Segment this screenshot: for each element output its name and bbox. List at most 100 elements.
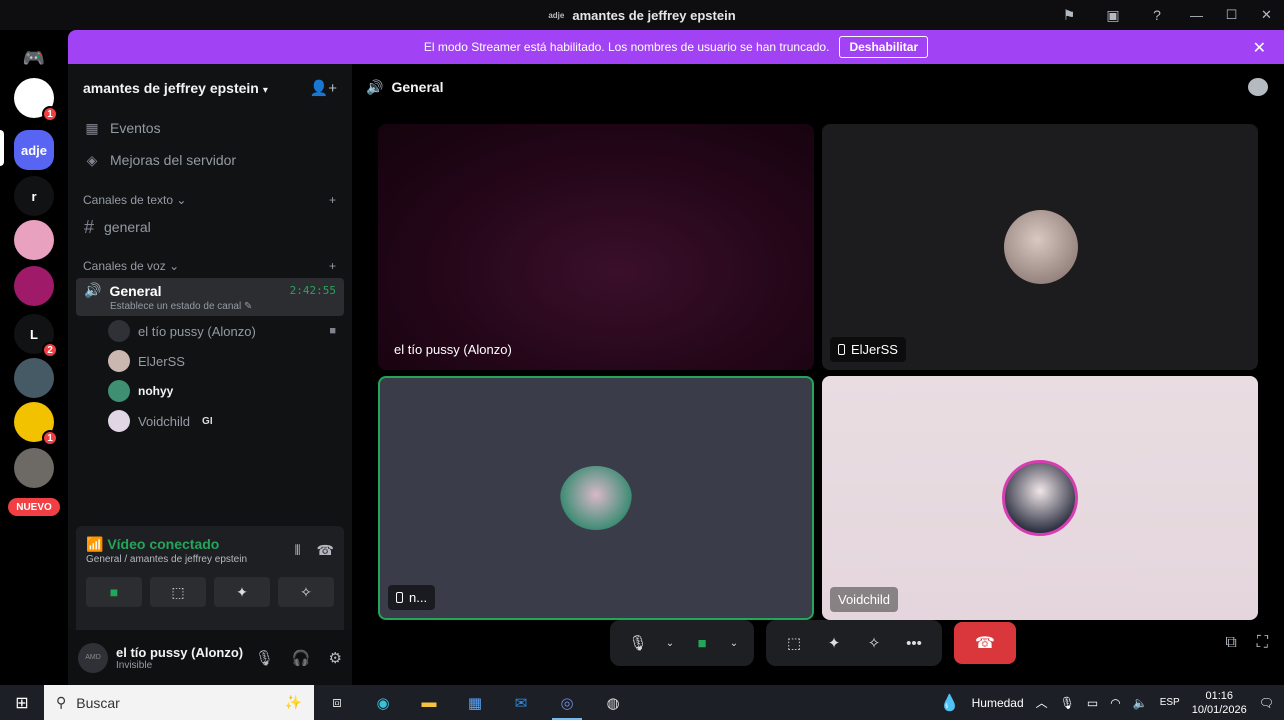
- volume-icon[interactable]: 🔈: [1133, 696, 1148, 710]
- video-tile-nohyy[interactable]: n...: [378, 376, 814, 620]
- server-icon[interactable]: 1: [14, 402, 58, 446]
- pencil-icon: ✎: [244, 301, 253, 312]
- clock[interactable]: 01:16 10/01/2026: [1192, 689, 1247, 717]
- activities-button[interactable]: ✦: [816, 625, 852, 661]
- voice-user-item[interactable]: ElJerSS: [68, 346, 352, 376]
- windows-start-icon[interactable]: ⊞: [0, 685, 44, 720]
- camera-toggle-button[interactable]: ■: [86, 577, 142, 607]
- voice-status-title[interactable]: 📶 Vídeo conectado: [86, 536, 247, 553]
- microphone-button[interactable]: 🎙: [620, 625, 656, 661]
- chat-bubble-icon[interactable]: [1248, 78, 1268, 96]
- help-icon[interactable]: ?: [1135, 0, 1179, 30]
- invite-people-icon[interactable]: 👤+: [310, 79, 337, 97]
- store-icon[interactable]: ▦: [452, 685, 498, 720]
- channel-status-input[interactable]: Establece un estado de canal ✎: [110, 301, 336, 312]
- voice-user-item[interactable]: el tío pussy (Alonzo) ■: [68, 316, 352, 346]
- inbox-flag-icon[interactable]: ⚑: [1047, 0, 1091, 30]
- chevron-down-icon: ▾: [262, 85, 268, 96]
- video-stage: 🔊 General el tío pussy (Alonzo) ElJerSS …: [352, 64, 1284, 685]
- disable-streamer-button[interactable]: Deshabilitar: [839, 36, 929, 58]
- noise-suppression-icon[interactable]: ⫴: [295, 542, 301, 559]
- voice-user-name: Voidchild: [138, 413, 191, 429]
- activities-button[interactable]: ✦: [214, 577, 270, 607]
- add-voice-channel-icon[interactable]: +: [329, 259, 336, 273]
- signal-icon: 📶: [86, 536, 104, 552]
- obs-recorder-icon[interactable]: ◍: [590, 685, 636, 720]
- server-icon[interactable]: [14, 358, 54, 398]
- screen-share-status-icon[interactable]: ▣: [1091, 0, 1135, 30]
- add-channel-icon[interactable]: +: [329, 193, 336, 207]
- notifications-icon[interactable]: 🗨: [1259, 696, 1274, 710]
- edge-browser-icon[interactable]: ◉: [360, 685, 406, 720]
- channel-general-text[interactable]: # general: [76, 212, 344, 242]
- camera-icon: ■: [329, 325, 336, 337]
- microphone-icon: 🎙: [628, 635, 648, 652]
- microphone-tray-icon[interactable]: 🎙: [1060, 696, 1075, 710]
- soundboard-button[interactable]: ✧: [856, 625, 892, 661]
- window-titlebar: adje amantes de jeffrey epstein ⚑ ▣ ? — …: [0, 0, 1284, 30]
- video-tile-eljerss[interactable]: ElJerSS: [822, 124, 1258, 370]
- soundboard-button[interactable]: ✧: [278, 577, 334, 607]
- clock-time: 01:16: [1205, 689, 1233, 702]
- headphones-icon[interactable]: 🎧: [292, 649, 311, 667]
- video-tile-alonzo[interactable]: el tío pussy (Alonzo): [378, 124, 814, 370]
- voice-channel-general[interactable]: 🔊 General 2:42:55 Establece un estado de …: [76, 278, 344, 316]
- server-icon[interactable]: [14, 220, 54, 260]
- server-header[interactable]: amantes de jeffrey epstein ▾ 👤+: [68, 64, 352, 112]
- boosts-label: Mejoras del servidor: [110, 152, 237, 168]
- minimize-button[interactable]: —: [1179, 0, 1214, 30]
- disconnect-icon[interactable]: ☎: [317, 542, 334, 559]
- voice-channels-category[interactable]: Canales de voz ⌄ +: [68, 254, 352, 278]
- sidebar-boosts[interactable]: ◈ Mejoras del servidor: [68, 144, 352, 176]
- user-avatar[interactable]: AMD: [78, 642, 108, 673]
- weather-label[interactable]: Humedad: [972, 696, 1024, 710]
- user-name: el tío pussy (Alonzo): [116, 644, 244, 660]
- maximize-button[interactable]: ☐: [1214, 0, 1249, 30]
- server-icon[interactable]: 1: [14, 78, 58, 122]
- close-window-button[interactable]: ✕: [1249, 0, 1284, 30]
- camera-button[interactable]: ■: [684, 625, 720, 661]
- tile-label: n...: [388, 585, 436, 610]
- pop-out-icon[interactable]: ⧉: [1225, 634, 1236, 652]
- sparkles-icon: ✨: [284, 694, 302, 710]
- more-options-button[interactable]: •••: [896, 625, 932, 661]
- windows-taskbar: ⊞ ⚲ Buscar ✨ ⧈ ◉ ▬ ▦ ✉ ◎ ◍ 💧 Humedad ︿ 🎙…: [0, 685, 1284, 720]
- share-screen-button[interactable]: ⬚: [150, 577, 206, 607]
- activities-icon: ✦: [827, 635, 841, 652]
- channel-sidebar: amantes de jeffrey epstein ▾ 👤+ ▦ Eventos …: [68, 64, 352, 685]
- discord-home-icon[interactable]: 🎮: [14, 38, 54, 78]
- text-channels-category[interactable]: Canales de texto ⌄ +: [68, 188, 352, 212]
- server-icon[interactable]: L2: [14, 314, 58, 358]
- server-icon[interactable]: r: [14, 176, 54, 216]
- outlook-icon[interactable]: ✉: [498, 685, 544, 720]
- microphone-options-chevron[interactable]: ⌄: [660, 625, 680, 661]
- camera-options-chevron[interactable]: ⌄: [724, 625, 744, 661]
- voice-user-item[interactable]: Voidchild GI: [68, 406, 352, 436]
- server-icon[interactable]: adje: [14, 130, 54, 170]
- task-view-icon[interactable]: ⧈: [314, 685, 360, 720]
- system-tray: 💧 Humedad ︿ 🎙 ▭ ◠ 🔈 ESP 01:16 10/01/2026…: [940, 689, 1284, 717]
- wifi-icon[interactable]: ◠: [1110, 696, 1120, 710]
- sidebar-events[interactable]: ▦ Eventos: [68, 112, 352, 144]
- server-icon-label: L: [30, 326, 38, 342]
- microphone-icon[interactable]: 🎙: [255, 649, 274, 667]
- chevron-up-icon[interactable]: ︿: [1036, 694, 1048, 711]
- battery-icon[interactable]: ▭: [1087, 696, 1098, 710]
- fullscreen-icon[interactable]: ⛶: [1257, 634, 1268, 652]
- call-controls: 🎙 ⌄ ■ ⌄ ⬚ ✦ ✧ ••• ☎: [610, 620, 1016, 666]
- file-explorer-icon[interactable]: ▬: [406, 685, 452, 720]
- voice-user-item[interactable]: nohyy: [68, 376, 352, 406]
- tile-name: Voidchild: [838, 592, 891, 607]
- language-indicator[interactable]: ESP: [1160, 697, 1180, 708]
- server-icon[interactable]: [14, 448, 54, 488]
- settings-gear-icon[interactable]: ⚙: [329, 649, 342, 667]
- voice-status-text: Vídeo conectado: [107, 536, 220, 552]
- nuevo-badge[interactable]: NUEVO: [8, 498, 60, 516]
- server-icon[interactable]: [14, 266, 54, 306]
- discord-taskbar-icon[interactable]: ◎: [544, 685, 590, 720]
- taskbar-search[interactable]: ⚲ Buscar ✨: [44, 685, 314, 720]
- close-banner-icon[interactable]: ✕: [1253, 38, 1266, 58]
- video-tile-voidchild[interactable]: Voidchild: [822, 376, 1258, 620]
- share-screen-button[interactable]: ⬚: [776, 625, 812, 661]
- hang-up-button[interactable]: ☎: [954, 622, 1016, 664]
